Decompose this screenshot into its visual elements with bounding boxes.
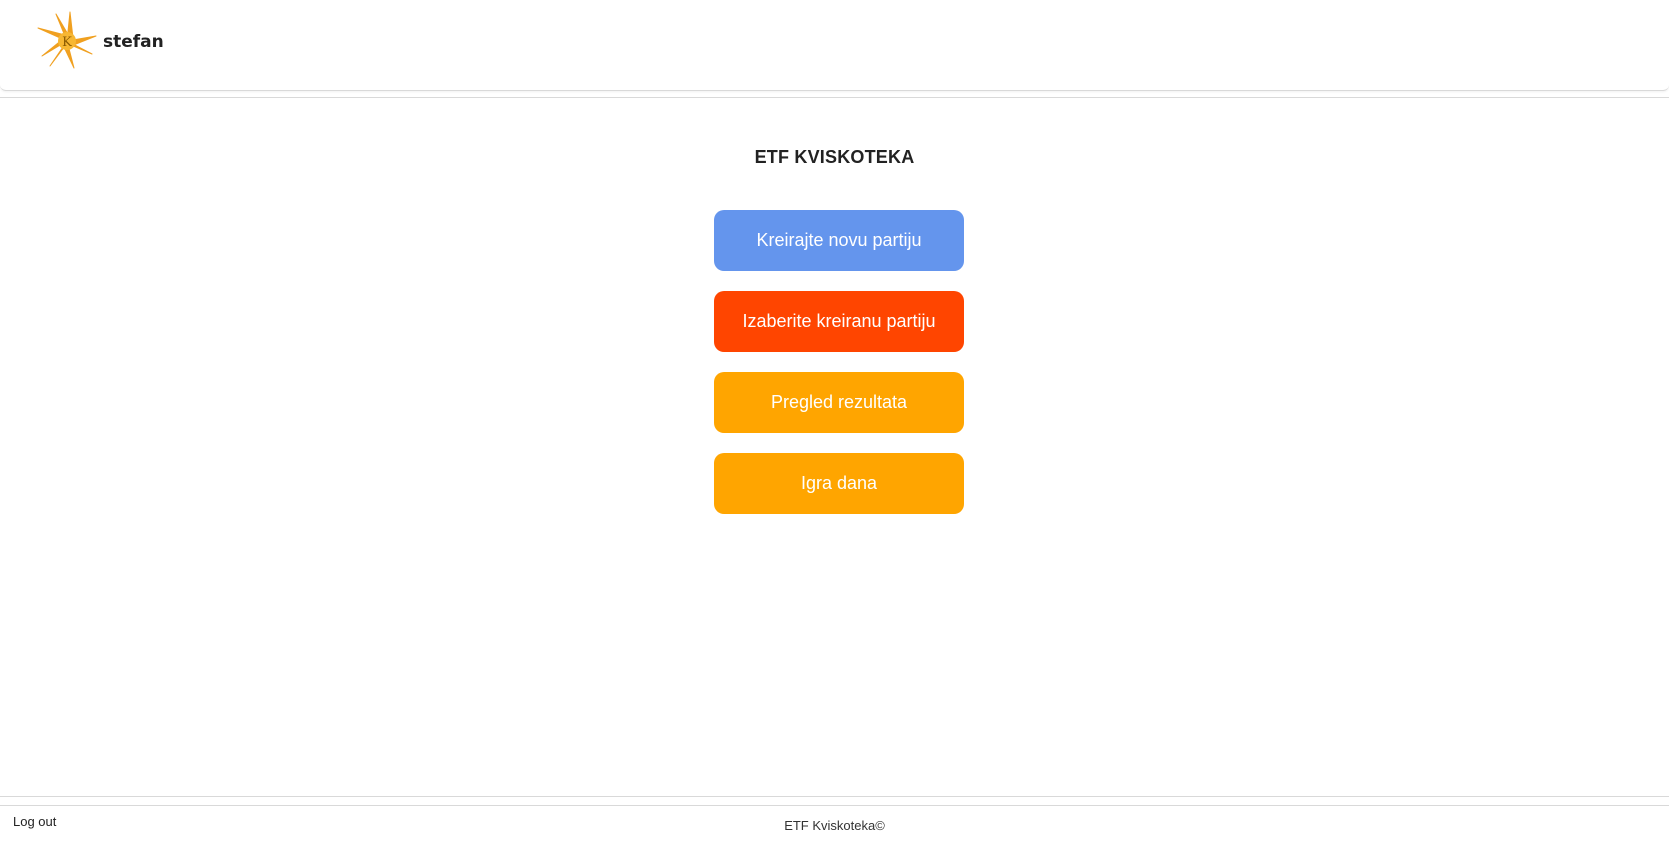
choose-created-game-button[interactable]: Izaberite kreiranu partiju: [714, 291, 964, 352]
footer: Log out ETF Kviskoteka©: [0, 805, 1669, 848]
game-of-the-day-button[interactable]: Igra dana: [714, 453, 964, 514]
header: K stefan: [0, 0, 1669, 91]
copyright-text: ETF Kviskoteka©: [784, 818, 885, 833]
username-label: stefan: [103, 32, 164, 52]
main-menu: Kreirajte novu partiju Izaberite kreiran…: [714, 210, 964, 534]
page-title: ETF KVISKOTEKA: [754, 147, 915, 167]
view-results-button[interactable]: Pregled rezultata: [714, 372, 964, 433]
star-burst-k-logo-icon: K: [37, 11, 97, 69]
main-content: ETF KVISKOTEKA Kreirajte novu partiju Iz…: [0, 97, 1669, 797]
create-new-game-button[interactable]: Kreirajte novu partiju: [714, 210, 964, 271]
svg-text:K: K: [62, 35, 72, 50]
